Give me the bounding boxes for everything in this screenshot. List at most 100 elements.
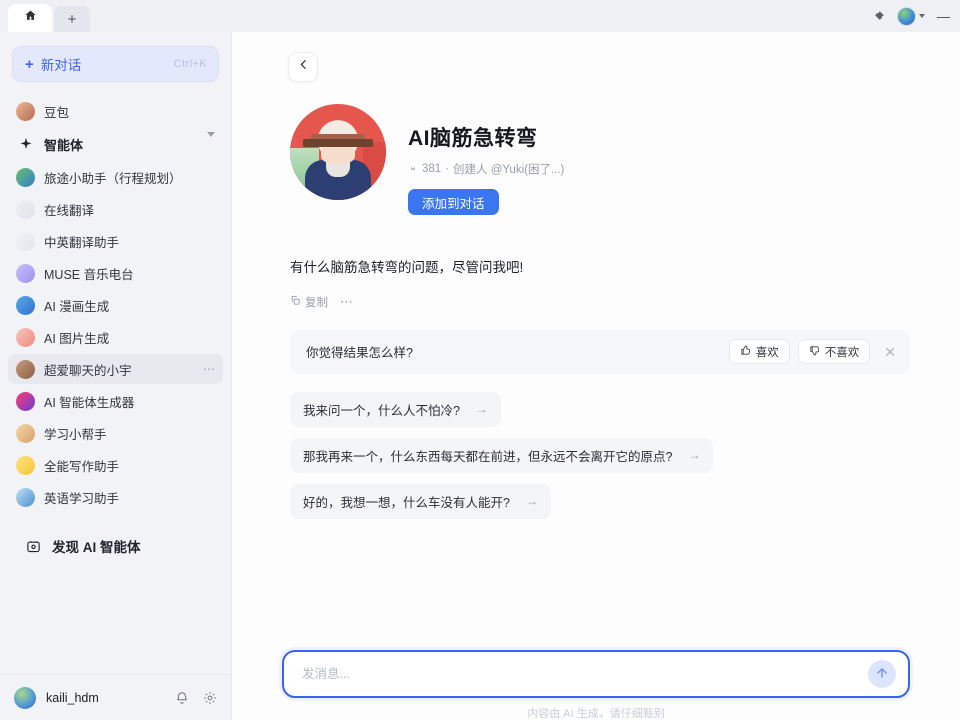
- sidebar-item-label: 英语学习助手: [44, 491, 120, 506]
- plus-icon: +: [25, 55, 34, 73]
- sidebar-item-label: 豆包: [44, 105, 70, 120]
- sidebar-item-label: 在线翻译: [44, 203, 95, 218]
- sidebar-footer: kaili_hdm: [0, 674, 231, 720]
- minimize-button[interactable]: —: [937, 10, 950, 23]
- sidebar-item-label: AI 漫画生成: [44, 299, 110, 314]
- sidebar-item-label: 超爱聊天的小宇: [44, 363, 132, 378]
- image-gen-icon: [16, 327, 35, 347]
- feedback-bar: 你觉得结果怎么样? 喜欢 不喜欢 ✕: [290, 329, 910, 374]
- bot-avatar-icon: [290, 104, 386, 200]
- message-composer[interactable]: [282, 650, 910, 698]
- avatar: [897, 6, 916, 26]
- gear-icon[interactable]: [203, 691, 217, 705]
- like-label: 喜欢: [755, 346, 779, 359]
- dislike-button[interactable]: 不喜欢: [797, 339, 871, 365]
- english-icon: [16, 487, 35, 507]
- composer-area: 内容由 AI 生成，请仔细甄别: [232, 650, 960, 720]
- copy-label: 复制: [305, 296, 328, 309]
- sidebar-section-agents[interactable]: 智能体: [8, 128, 223, 160]
- fire-icon: [408, 162, 418, 176]
- account-menu[interactable]: [897, 6, 925, 26]
- add-to-conversation-button[interactable]: 添加到对话: [408, 189, 499, 215]
- message-toolbar: 复制 ⋯: [290, 294, 910, 310]
- sidebar-item-agent[interactable]: 学习小帮手: [8, 418, 223, 448]
- comic-icon: [16, 295, 35, 315]
- dislike-label: 不喜欢: [824, 346, 860, 359]
- discover-label: 发现 AI 智能体: [52, 540, 141, 555]
- sidebar-item-agent[interactable]: 旅途小助手（行程规划）: [8, 162, 223, 192]
- sidebar-item-agent[interactable]: 在线翻译: [8, 194, 223, 224]
- pin-icon[interactable]: [872, 10, 885, 23]
- sidebar-item-agent[interactable]: 超爱聊天的小宇 ⋯: [8, 354, 223, 384]
- sidebar-item-doubao[interactable]: 豆包: [8, 96, 223, 126]
- thumbs-up-icon: [740, 345, 751, 359]
- composer-wrapper: 内容由 AI 生成，请仔细甄别: [232, 650, 960, 718]
- suggestion-text: 那我再来一个，什么东西每天都在前进，但永远不会离开它的原点?: [303, 449, 673, 464]
- suggestion-chip[interactable]: 那我再来一个，什么东西每天都在前进，但永远不会离开它的原点? →: [290, 437, 714, 473]
- new-conversation-label: 新对话: [40, 58, 82, 73]
- music-icon: [16, 263, 35, 283]
- arrow-right-icon: →: [688, 448, 701, 463]
- ai-disclaimer: 内容由 AI 生成，请仔细甄别: [527, 708, 665, 718]
- message-input[interactable]: [302, 667, 868, 681]
- conversation-content: AI脑筋急转弯 381 · 创建人 @Yuki(困了...) 添加到对话 有什么…: [232, 32, 960, 650]
- study-helper-icon: [16, 423, 35, 443]
- main-panel: AI脑筋急转弯 381 · 创建人 @Yuki(困了...) 添加到对话 有什么…: [232, 32, 960, 720]
- username-label: kaili_hdm: [46, 690, 99, 705]
- user-avatar[interactable]: [14, 686, 36, 709]
- bot-profile: AI脑筋急转弯 381 · 创建人 @Yuki(困了...) 添加到对话: [290, 104, 910, 215]
- home-icon: [24, 9, 37, 27]
- more-dots-icon[interactable]: ⋯: [203, 362, 215, 376]
- feedback-question: 你觉得结果怎么样?: [306, 346, 413, 361]
- suggestion-list: 我来问一个，什么人不怕冷? → 那我再来一个，什么东西每天都在前进，但永远不会离开它…: [290, 391, 910, 519]
- close-icon[interactable]: ✕: [884, 345, 896, 359]
- back-button[interactable]: [288, 52, 318, 82]
- copy-icon: [290, 295, 301, 309]
- sidebar-item-label: AI 图片生成: [44, 331, 110, 346]
- chevron-down-icon: [919, 14, 925, 18]
- like-button[interactable]: 喜欢: [728, 339, 790, 365]
- creator-label: 创建人 @Yuki(困了...): [453, 164, 565, 176]
- arrow-right-icon: →: [475, 402, 488, 417]
- keyboard-shortcut-hint: Ctrl+K: [173, 58, 207, 70]
- bot-meta: 381 · 创建人 @Yuki(困了...): [408, 161, 564, 177]
- send-arrow-icon: [875, 666, 889, 683]
- sidebar-item-agent[interactable]: MUSE 音乐电台: [8, 258, 223, 288]
- titlebar-controls: —: [872, 0, 950, 32]
- sidebar: + 新对话 Ctrl+K 豆包 智能体 旅途小助手（行程规划） 在线翻译中英翻译助…: [0, 32, 232, 720]
- more-dots-icon[interactable]: ⋯: [340, 295, 355, 308]
- girl-avatar-icon: [16, 359, 35, 379]
- writing-icon: [16, 455, 35, 475]
- suggestion-chip[interactable]: 好的，我想一想，什么车没有人能开? →: [290, 483, 551, 519]
- discover-icon: [24, 537, 43, 556]
- tab-home[interactable]: [8, 4, 52, 32]
- bell-icon[interactable]: [175, 691, 189, 705]
- bot-profile-text: AI脑筋急转弯 381 · 创建人 @Yuki(困了...) 添加到对话: [408, 104, 564, 215]
- sidebar-item-agent[interactable]: AI 智能体生成器: [8, 386, 223, 416]
- sidebar-item-label: 学习小帮手: [44, 427, 107, 442]
- sparkle-icon: [16, 135, 35, 154]
- send-button[interactable]: [868, 660, 896, 688]
- sidebar-item-discover[interactable]: 发现 AI 智能体: [16, 530, 215, 562]
- meta-separator: ·: [445, 163, 450, 175]
- sidebar-item-agent[interactable]: 英语学习助手: [8, 482, 223, 512]
- copy-button[interactable]: 复制: [290, 294, 328, 310]
- sidebar-item-label: AI 智能体生成器: [44, 395, 135, 410]
- sidebar-item-agent[interactable]: 全能写作助手: [8, 450, 223, 480]
- suggestion-text: 好的，我想一想，什么车没有人能开?: [303, 495, 510, 510]
- chevron-left-icon: [297, 58, 310, 76]
- new-tab-button[interactable]: +: [54, 6, 90, 32]
- chevron-down-icon: [207, 132, 215, 151]
- suggestion-chip[interactable]: 我来问一个，什么人不怕冷? →: [290, 391, 501, 427]
- new-conversation-button[interactable]: + 新对话 Ctrl+K: [12, 46, 219, 82]
- sidebar-item-agent[interactable]: AI 图片生成: [8, 322, 223, 352]
- sidebar-item-label: 中英翻译助手: [44, 235, 120, 250]
- sidebar-item-agent[interactable]: AI 漫画生成: [8, 290, 223, 320]
- sidebar-item-label: 旅途小助手（行程规划）: [44, 171, 182, 186]
- plus-icon: +: [67, 10, 77, 28]
- translate-icon: [16, 199, 35, 219]
- bot-message: 有什么脑筋急转弯的问题，尽管问我吧!: [290, 260, 524, 275]
- sidebar-item-agent[interactable]: 中英翻译助手: [8, 226, 223, 256]
- window-titlebar: + —: [0, 0, 960, 32]
